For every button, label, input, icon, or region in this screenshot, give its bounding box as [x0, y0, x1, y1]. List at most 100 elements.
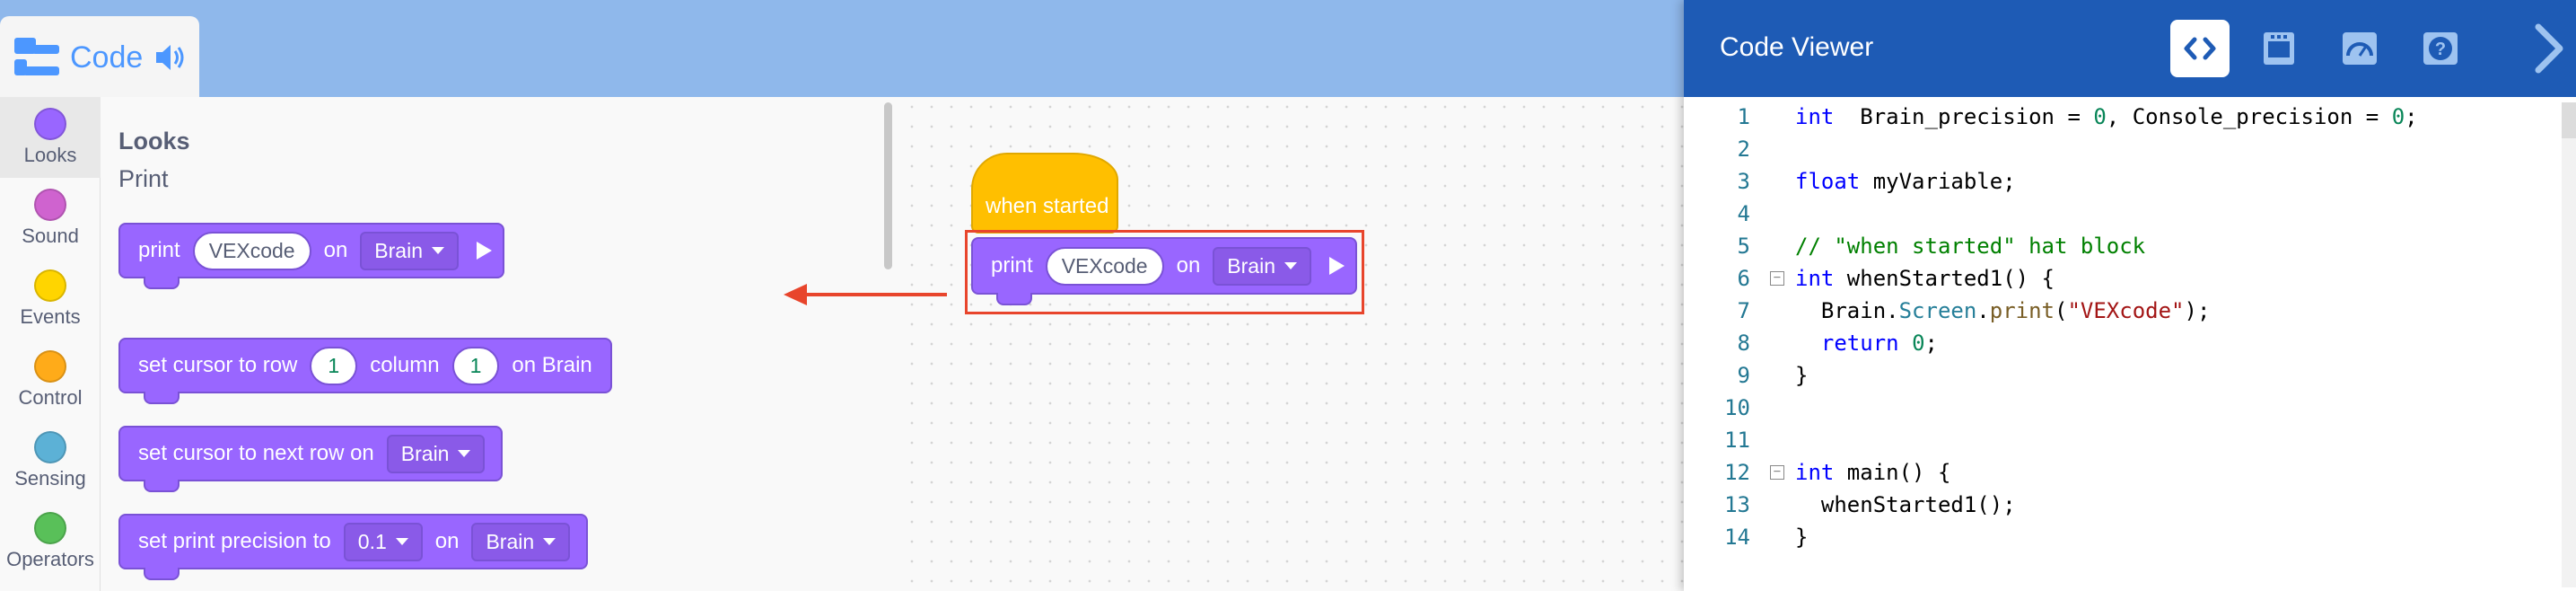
print-precision-block[interactable]: set print precision to 0.1 on Brain [118, 514, 589, 580]
line-number: 1 [1737, 104, 1750, 129]
sound-color-dot [34, 189, 66, 221]
caret-down-icon [395, 538, 408, 545]
fold-toggle-icon[interactable]: − [1770, 465, 1784, 480]
category-label: Sound [22, 225, 79, 247]
line-number: 10 [1724, 395, 1750, 420]
device-dropdown[interactable]: Brain [471, 522, 571, 561]
code-scrollbar[interactable] [2562, 102, 2576, 587]
scroll-thumb[interactable] [2562, 102, 2576, 138]
code-text: } [1795, 525, 1809, 550]
control-color-dot [34, 350, 66, 383]
block-notch [144, 392, 180, 404]
play-icon[interactable] [477, 242, 492, 260]
line-number: 9 [1737, 363, 1750, 388]
dropdown-value: Brain [486, 529, 535, 553]
code-line: 14} [1684, 525, 2576, 557]
code-brackets-icon [2184, 37, 2216, 60]
code-line: 8 return 0; [1684, 331, 2576, 363]
category-label: Events [20, 305, 81, 328]
brain-device-icon [2264, 32, 2294, 65]
code-editor[interactable]: 1 int Brain_precision = 0, Console_precis… [1684, 97, 2576, 591]
top-bar: Code [0, 0, 1687, 99]
category-menu: Looks Sound Events Control Sensing Opera… [0, 97, 101, 591]
code-viewer-header: Code Viewer ? [1684, 0, 2576, 97]
block-label: set cursor to row [138, 353, 298, 377]
fold-toggle-icon[interactable]: − [1770, 271, 1784, 286]
code-text: int Brain_precision = 0, Console_precisi… [1795, 104, 2418, 129]
code-text: return 0; [1820, 331, 1938, 356]
palette-scrollbar[interactable] [884, 102, 892, 269]
code-text: // "when started" hat block [1795, 234, 2146, 259]
arrow-left-icon [784, 284, 807, 305]
svg-text:?: ? [2435, 40, 2446, 59]
events-color-dot [34, 269, 66, 302]
category-sensing[interactable]: Sensing [0, 420, 101, 501]
line-number: 4 [1737, 201, 1750, 226]
hat-label: when started [986, 194, 1109, 218]
code-text: whenStarted1(); [1795, 492, 2016, 517]
code-line: 5 // "when started" hat block [1684, 234, 2576, 266]
block-notch [144, 568, 180, 580]
line-number: 7 [1737, 298, 1750, 323]
operators-color-dot [34, 512, 66, 544]
help-button[interactable]: ? [2411, 20, 2470, 77]
code-tab-label: Code [70, 40, 144, 75]
category-operators[interactable]: Operators [0, 501, 101, 582]
code-viewer-panel: Code Viewer ? 1 int Brain_precision = 0,… [1684, 0, 2576, 591]
code-line: 1 int Brain_precision = 0, Console_precis… [1684, 104, 2576, 137]
highlight-box [965, 230, 1364, 314]
code-viewer-title: Code Viewer [1720, 32, 1874, 62]
block-palette: Looks Print print VEXcode on Brain set c… [101, 97, 902, 591]
category-label: Sensing [14, 467, 86, 490]
block-label: print [138, 238, 180, 262]
palette-subheading: Print [118, 165, 169, 192]
category-sound[interactable]: Sound [0, 178, 101, 259]
code-line: 7 Brain.Screen.print("VEXcode"); [1684, 298, 2576, 331]
line-number: 5 [1737, 234, 1750, 259]
block-label: on [434, 529, 460, 553]
line-number: 6 [1737, 266, 1750, 291]
print-block[interactable]: print VEXcode on Brain [118, 223, 504, 289]
chevron-right-icon[interactable] [2526, 20, 2571, 77]
when-started-block[interactable]: when started [971, 153, 1118, 234]
code-line: 10 [1684, 395, 2576, 428]
next-row-block[interactable]: set cursor to next row on Brain [118, 426, 504, 492]
devices-button[interactable] [2249, 20, 2309, 77]
code-line: 2 [1684, 137, 2576, 169]
device-dropdown[interactable]: Brain [360, 231, 459, 270]
category-label: Looks [23, 144, 77, 166]
code-line: 11 [1684, 428, 2576, 460]
line-number: 3 [1737, 169, 1750, 194]
dashboard-button[interactable] [2330, 20, 2389, 77]
line-number: 2 [1737, 137, 1750, 162]
print-value-input[interactable]: VEXcode [192, 231, 311, 270]
line-number: 14 [1724, 525, 1750, 550]
row-input[interactable]: 1 [310, 346, 358, 385]
code-text: } [1795, 363, 1809, 388]
line-number: 11 [1724, 428, 1750, 453]
code-line: 12 − int main() { [1684, 460, 2576, 492]
looks-color-dot [34, 108, 66, 140]
precision-dropdown[interactable]: 0.1 [343, 522, 423, 561]
code-text: Brain.Screen.print("VEXcode"); [1795, 298, 2211, 323]
column-input[interactable]: 1 [451, 346, 500, 385]
speaker-icon[interactable] [152, 40, 188, 75]
blocks-icon [11, 34, 61, 81]
set-cursor-block[interactable]: set cursor to row 1 column 1 on Brain [118, 338, 612, 404]
line-number: 8 [1737, 331, 1750, 356]
caret-down-icon [432, 247, 444, 254]
code-text: int whenStarted1() { [1795, 266, 2055, 291]
code-view-button[interactable] [2170, 20, 2230, 77]
code-tab[interactable]: Code [0, 16, 199, 99]
code-text: int main() { [1795, 460, 1951, 485]
category-control[interactable]: Control [0, 340, 101, 420]
caret-down-icon [458, 450, 471, 457]
gauge-icon [2343, 32, 2377, 65]
block-label: on Brain [512, 353, 592, 377]
category-events[interactable]: Events [0, 259, 101, 340]
block-label: column [370, 353, 440, 377]
category-label: Control [18, 386, 83, 409]
device-dropdown[interactable]: Brain [386, 434, 486, 473]
category-looks[interactable]: Looks [0, 97, 101, 178]
code-line: 9} [1684, 363, 2576, 395]
